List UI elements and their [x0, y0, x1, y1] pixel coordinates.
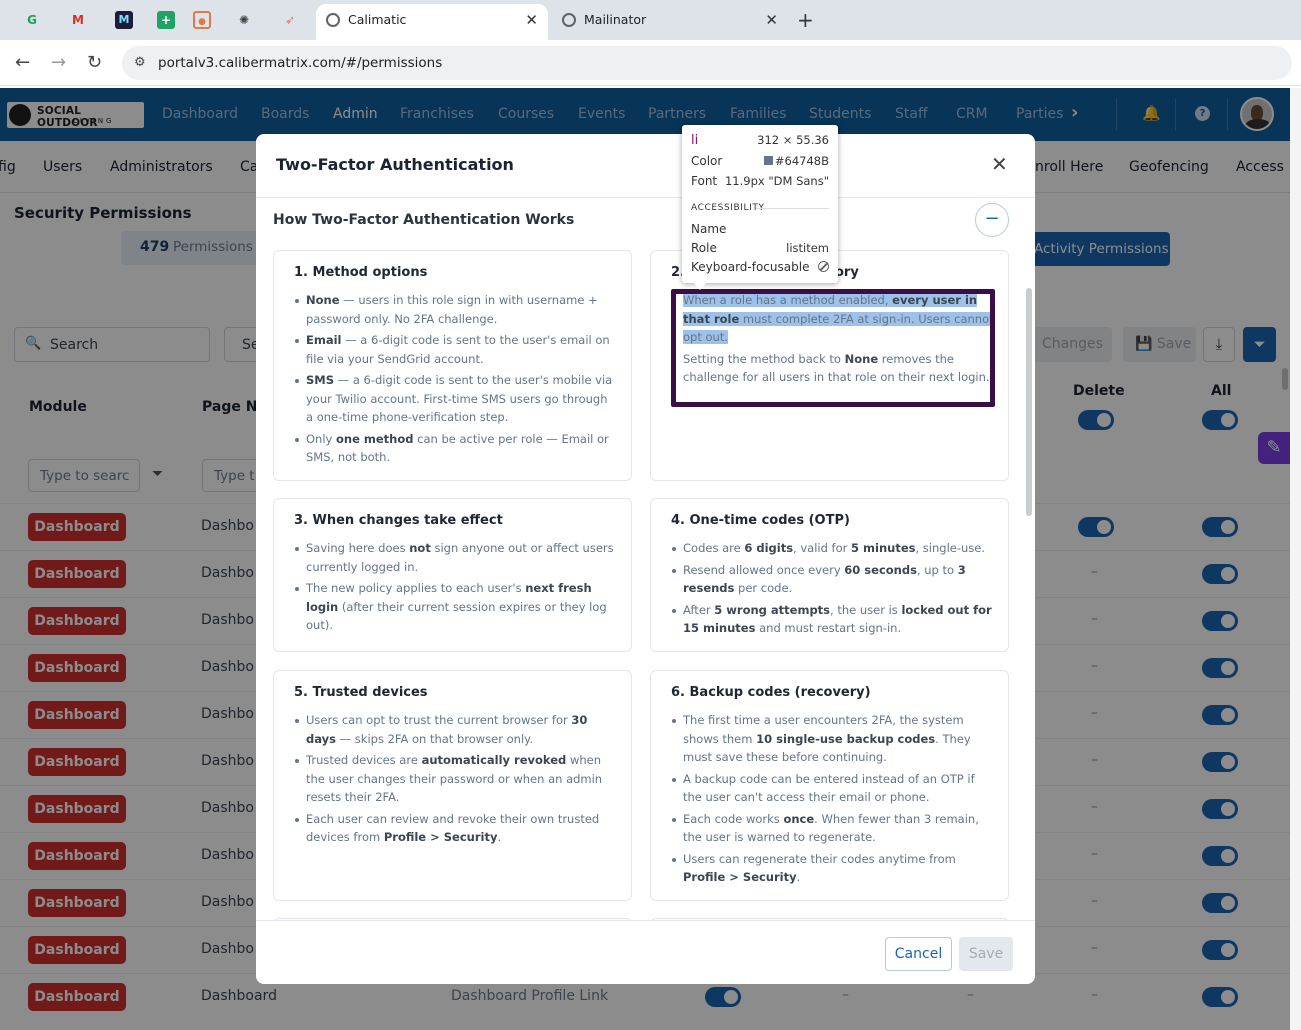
card-list: Codes are 6 digits, valid for 5 minutes,…	[671, 539, 994, 641]
forward-arrow-icon[interactable]: →	[51, 52, 66, 73]
globe-icon	[562, 13, 576, 27]
cancel-button[interactable]: Cancel	[885, 937, 952, 971]
color-swatch-icon	[763, 156, 773, 165]
card-title: 1. Method options	[294, 265, 428, 280]
list-item: Email — a 6-digit code is sent to the us…	[294, 331, 617, 368]
list-item: Resend allowed once every 60 seconds, up…	[671, 561, 994, 598]
openai-tab-icon[interactable]: ✺	[235, 11, 253, 29]
list-item: Users can regenerate their codes anytime…	[671, 850, 994, 887]
app-tab-icon[interactable]: M	[115, 11, 133, 29]
new-tab-button[interactable]: +	[797, 8, 814, 32]
card-title: 4. One-time codes (OTP)	[671, 513, 850, 528]
address-bar: ← → ↻ ⚙ portalv3.calibermatrix.com/#/per…	[0, 40, 1301, 86]
not-focusable-icon	[818, 260, 829, 274]
element-tag: li	[691, 133, 699, 148]
record-tab-icon[interactable]: ●	[193, 11, 211, 29]
back-arrow-icon[interactable]: ←	[15, 52, 30, 73]
list-item: SMS — a 6-digit code is sent to the user…	[294, 371, 617, 427]
inspector-tooltip: li 312 × 55.36 Color #64748B Font 11.9px…	[682, 125, 838, 283]
card-title: 6. Backup codes (recovery)	[671, 685, 871, 700]
card-trusted-devices: 5. Trusted devices Users can opt to trus…	[273, 670, 632, 901]
card-list: The first time a user encounters 2FA, th…	[671, 711, 994, 890]
site-settings-icon[interactable]: ⚙	[134, 55, 146, 70]
tab-mailinator[interactable]: Mailinator ✕	[552, 4, 788, 40]
url-omnibox[interactable]: ⚙ portalv3.calibermatrix.com/#/permissio…	[122, 46, 1292, 80]
list-item: Saving here does not sign anyone out or …	[294, 539, 617, 576]
grammarly-tab-icon[interactable]: G	[23, 11, 41, 29]
tooltip-arrow	[693, 282, 707, 290]
card-title: 3. When changes take effect	[294, 513, 503, 528]
list-item: After 5 wrong attempts, the user is lock…	[671, 601, 994, 638]
globe-icon	[326, 13, 340, 27]
page-scrollbar-track[interactable]	[1290, 88, 1301, 1030]
url-text[interactable]: portalv3.calibermatrix.com/#/permissions	[158, 55, 442, 71]
list-item: Trusted devices are automatically revoke…	[294, 751, 617, 807]
two-factor-modal: Two-Factor Authentication ✕ How Two-Fact…	[256, 134, 1035, 984]
card-method-options: 1. Method options None — users in this r…	[273, 250, 632, 481]
list-item: None — users in this role sign in with u…	[294, 291, 617, 328]
modal-scrollbar-thumb[interactable]	[1026, 288, 1032, 516]
bird-tab-icon[interactable]: ➶	[281, 11, 299, 29]
sheet-tab-icon[interactable]: +	[157, 11, 175, 29]
card-list: None — users in this role sign in with u…	[294, 291, 617, 470]
tab-calimatic[interactable]: Calimatic ✕	[316, 4, 548, 40]
element-size: 312 × 55.36	[757, 133, 829, 147]
list-item: A backup code can be entered instead of …	[671, 770, 994, 807]
list-item: Users can opt to trust the current brows…	[294, 711, 617, 748]
close-icon[interactable]: ✕	[991, 152, 1008, 176]
font-value: 11.9px "DM Sans"	[724, 174, 829, 188]
gmail-tab-icon[interactable]: M	[69, 11, 87, 29]
list-item: Codes are 6 digits, valid for 5 minutes,…	[671, 539, 994, 558]
reload-icon[interactable]: ↻	[87, 52, 102, 73]
close-tab-icon[interactable]: ✕	[765, 4, 778, 36]
card-list: Users can opt to trust the current brows…	[294, 711, 617, 850]
inspect-highlight	[671, 289, 995, 407]
card-otp: 4. One-time codes (OTP) Codes are 6 digi…	[650, 498, 1009, 652]
list-item: Each code works once. When fewer than 3 …	[671, 810, 994, 847]
save-button[interactable]: Save	[959, 937, 1013, 971]
card-title: 5. Trusted devices	[294, 685, 428, 700]
list-item: The first time a user encounters 2FA, th…	[671, 711, 994, 767]
list-item: Only one method can be active per role —…	[294, 430, 617, 467]
modal-title: Two-Factor Authentication	[276, 155, 514, 174]
color-value: #64748B	[763, 154, 829, 168]
collapse-icon[interactable]: −	[975, 203, 1009, 237]
list-item: Each user can review and revoke their ow…	[294, 810, 617, 847]
section-title: How Two-Factor Authentication Works	[273, 212, 575, 228]
browser-tab-bar: G M M + ● ✺ ➶ Calimatic ✕ Mailinator ✕ +	[0, 0, 1301, 40]
card-backup-codes: 6. Backup codes (recovery) The first tim…	[650, 670, 1009, 901]
close-tab-icon[interactable]: ✕	[525, 4, 538, 36]
list-item: The new policy applies to each user's ne…	[294, 579, 617, 635]
card-changes-effect: 3. When changes take effect Saving here …	[273, 498, 632, 652]
card-list: Saving here does not sign anyone out or …	[294, 539, 617, 638]
